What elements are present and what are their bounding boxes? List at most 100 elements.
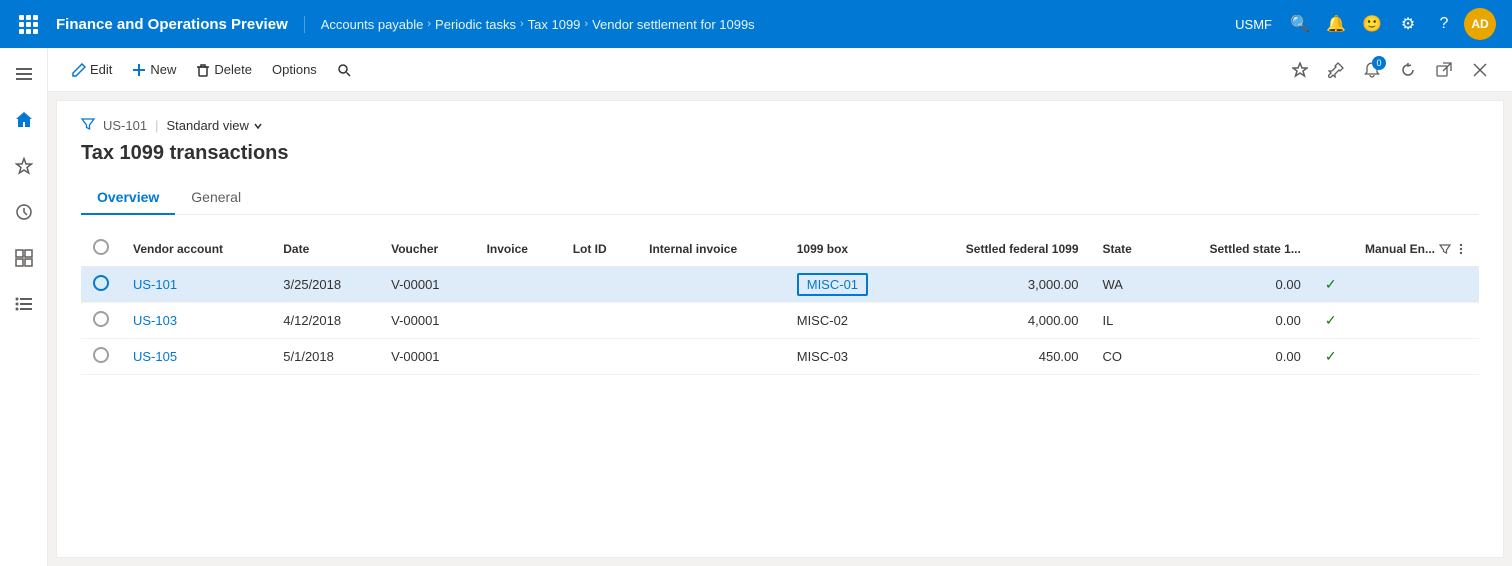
filter-id: US-101 <box>103 118 147 133</box>
cell-state-1: IL <box>1091 303 1161 339</box>
breadcrumb-sep-3: › <box>584 18 588 30</box>
th-settled-state: Settled state 1... <box>1161 231 1313 267</box>
sidebar-favorites-icon[interactable] <box>2 144 46 188</box>
cell-settled-federal-1: 4,000.00 <box>910 303 1090 339</box>
vendor-link-1[interactable]: US-103 <box>133 313 177 328</box>
favorites-star-icon-btn[interactable] <box>1284 54 1316 86</box>
sidebar-recent-icon[interactable] <box>2 190 46 234</box>
th-internal-invoice: Internal invoice <box>637 231 785 267</box>
row-radio-2[interactable] <box>93 347 109 363</box>
cell-vendor-1[interactable]: US-103 <box>121 303 271 339</box>
cell-date-1: 4/12/2018 <box>271 303 379 339</box>
vendor-link-2[interactable]: US-105 <box>133 349 177 364</box>
command-bar-right: 0 <box>1284 54 1496 86</box>
th-date: Date <box>271 231 379 267</box>
apps-grid-icon <box>19 15 38 34</box>
cell-settled-state-0: 0.00 <box>1161 267 1313 303</box>
cell-invoice-0 <box>475 267 561 303</box>
close-icon-btn[interactable] <box>1464 54 1496 86</box>
feedback-icon[interactable]: 🙂 <box>1356 8 1388 40</box>
notifications-icon-btn[interactable]: 0 <box>1356 54 1388 86</box>
pin-icon-btn[interactable] <box>1320 54 1352 86</box>
th-manual-en: Manual En... <box>1313 231 1479 267</box>
notifications-bell-icon[interactable]: 🔔 <box>1320 8 1352 40</box>
cell-state-2: CO <box>1091 339 1161 375</box>
cell-vendor-0[interactable]: US-101 <box>121 267 271 303</box>
select-all-checkbox[interactable] <box>93 239 109 255</box>
new-plus-icon <box>132 63 146 77</box>
breadcrumb-periodic-tasks[interactable]: Periodic tasks <box>435 17 516 32</box>
search-icon <box>337 63 351 77</box>
cell-lot-id-2 <box>561 339 637 375</box>
settings-gear-icon[interactable]: ⚙ <box>1392 8 1424 40</box>
apps-launcher-button[interactable] <box>8 0 48 48</box>
new-label: New <box>150 62 176 77</box>
main-content-area: Edit New Delete Options <box>48 48 1512 566</box>
user-avatar[interactable]: AD <box>1464 8 1496 40</box>
filter-row: US-101 | Standard view <box>81 117 1479 134</box>
view-selector[interactable]: Standard view <box>166 118 262 133</box>
manual-en-check-2: ✓ <box>1325 348 1337 364</box>
cell-state-0: WA <box>1091 267 1161 303</box>
cell-1099box-0[interactable]: MISC-01 <box>785 267 911 303</box>
app-title: Finance and Operations Preview <box>48 16 305 33</box>
row-radio-0[interactable] <box>93 275 109 291</box>
manual-en-check-1: ✓ <box>1325 312 1337 328</box>
tab-overview[interactable]: Overview <box>81 181 175 215</box>
breadcrumb: Accounts payable › Periodic tasks › Tax … <box>305 17 1219 32</box>
row-select-2[interactable] <box>81 339 121 375</box>
cell-1099box-1[interactable]: MISC-02 <box>785 303 911 339</box>
vendor-link-0[interactable]: US-101 <box>133 277 177 292</box>
filter-icon[interactable] <box>81 117 95 134</box>
command-bar: Edit New Delete Options <box>48 48 1512 92</box>
cell-date-0: 3/25/2018 <box>271 267 379 303</box>
chevron-down-icon <box>253 121 263 131</box>
options-button[interactable]: Options <box>264 56 325 83</box>
cell-manual-en-1: ✓ <box>1313 303 1479 339</box>
cell-invoice-2 <box>475 339 561 375</box>
manual-en-check-0: ✓ <box>1325 276 1337 292</box>
cell-lot-id-0 <box>561 267 637 303</box>
transactions-table: Vendor account Date Voucher Invoice Lot … <box>81 231 1479 375</box>
table-body: US-101 3/25/2018V-00001MISC-013,000.00WA… <box>81 267 1479 375</box>
delete-icon <box>196 63 210 77</box>
sidebar-hamburger-icon[interactable] <box>2 52 46 96</box>
cell-internal-invoice-0 <box>637 267 785 303</box>
cell-voucher-1: V-00001 <box>379 303 474 339</box>
help-question-icon[interactable]: ? <box>1428 8 1460 40</box>
search-icon-btn[interactable]: 🔍 <box>1284 8 1316 40</box>
cell-voucher-2: V-00001 <box>379 339 474 375</box>
edit-button[interactable]: Edit <box>64 56 120 83</box>
delete-button[interactable]: Delete <box>188 56 260 83</box>
breadcrumb-accounts-payable[interactable]: Accounts payable <box>321 17 424 32</box>
edit-icon <box>72 63 86 77</box>
cell-settled-state-2: 0.00 <box>1161 339 1313 375</box>
box-cell-0[interactable]: MISC-01 <box>797 273 868 296</box>
cell-1099box-2[interactable]: MISC-03 <box>785 339 911 375</box>
row-select-1[interactable] <box>81 303 121 339</box>
th-1099-box: 1099 box <box>785 231 911 267</box>
cell-vendor-2[interactable]: US-105 <box>121 339 271 375</box>
breadcrumb-sep-1: › <box>427 18 431 30</box>
breadcrumb-vendor-settlement[interactable]: Vendor settlement for 1099s <box>592 17 755 32</box>
sidebar-home-icon[interactable] <box>2 98 46 142</box>
notification-count-badge: 0 <box>1372 56 1386 70</box>
table-row: US-103 4/12/2018V-00001 MISC-024,000.00IL… <box>81 303 1479 339</box>
cell-manual-en-0: ✓ <box>1313 267 1479 303</box>
new-button[interactable]: New <box>124 56 184 83</box>
open-in-new-icon-btn[interactable] <box>1428 54 1460 86</box>
search-button[interactable] <box>329 57 359 83</box>
th-state: State <box>1091 231 1161 267</box>
cell-lot-id-1 <box>561 303 637 339</box>
top-bar-right-icons: USMF 🔍 🔔 🙂 ⚙ ? AD <box>1219 8 1504 40</box>
row-select-0[interactable] <box>81 267 121 303</box>
breadcrumb-tax-1099[interactable]: Tax 1099 <box>528 17 581 32</box>
sidebar-list-icon[interactable] <box>2 282 46 326</box>
th-invoice: Invoice <box>475 231 561 267</box>
refresh-icon-btn[interactable] <box>1392 54 1424 86</box>
row-radio-1[interactable] <box>93 311 109 327</box>
sidebar-grid-icon[interactable] <box>2 236 46 280</box>
view-label: Standard view <box>166 118 248 133</box>
tab-general[interactable]: General <box>175 181 257 215</box>
th-select-all[interactable] <box>81 231 121 267</box>
